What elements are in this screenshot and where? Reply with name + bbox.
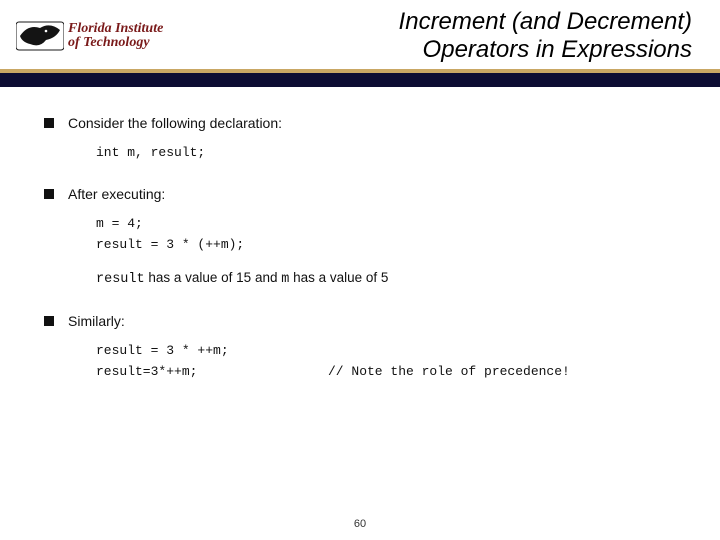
institution-logo: Florida Institute of Technology <box>16 12 186 60</box>
page-number: 60 <box>0 518 720 530</box>
panther-icon <box>16 16 64 56</box>
bullet-3-text: Similarly: <box>68 313 125 329</box>
result-text-1: has a value of <box>145 270 237 285</box>
result-value-2: 5 <box>381 270 389 285</box>
logo-line-1: Florida Institute <box>68 22 163 36</box>
bullet-square-icon <box>44 118 54 128</box>
code-similar-2: result=3*++m; <box>96 364 328 379</box>
result-var-result: result <box>96 272 145 287</box>
bullet-2-text: After executing: <box>68 186 165 202</box>
bullet-1-text: Consider the following declaration: <box>68 115 282 131</box>
bullet-2: After executing: <box>44 186 680 202</box>
title-line-2: Operators in Expressions <box>186 36 692 64</box>
result-sentence: result has a value of 15 and m has a val… <box>96 270 680 287</box>
bullet-3: Similarly: <box>44 313 680 329</box>
slide-title: Increment (and Decrement) Operators in E… <box>186 8 704 63</box>
result-text-3: has a value of <box>289 270 381 285</box>
precedence-note: // Note the role of precedence! <box>328 364 570 379</box>
slide-body: Consider the following declaration: int … <box>0 87 720 379</box>
logo-text: Florida Institute of Technology <box>68 22 163 50</box>
code-similar-1: result = 3 * ++m; <box>96 343 680 358</box>
code-similar-2-row: result=3*++m; // Note the role of preced… <box>96 364 680 379</box>
divider-dark <box>0 73 720 87</box>
result-text-2: and <box>251 270 281 285</box>
code-assign-m: m = 4; <box>96 216 680 231</box>
code-decl: int m, result; <box>96 145 680 160</box>
bullet-square-icon <box>44 189 54 199</box>
result-value-1: 15 <box>236 270 251 285</box>
slide-header: Florida Institute of Technology Incremen… <box>0 0 720 69</box>
logo-line-2: of Technology <box>68 36 163 50</box>
bullet-1: Consider the following declaration: <box>44 115 680 131</box>
code-result-expr: result = 3 * (++m); <box>96 237 680 252</box>
bullet-square-icon <box>44 316 54 326</box>
title-line-1: Increment (and Decrement) <box>186 8 692 36</box>
